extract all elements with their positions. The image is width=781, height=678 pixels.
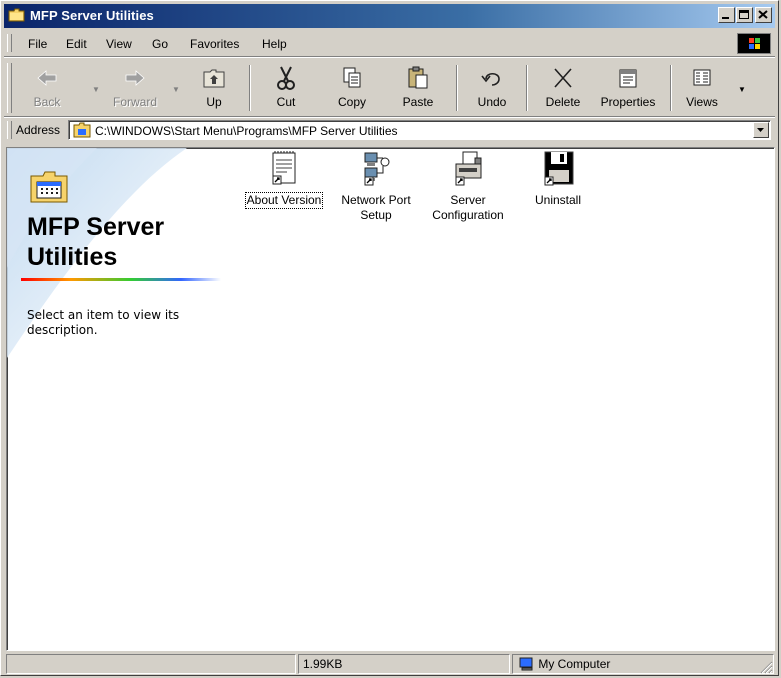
views-dropdown-icon[interactable]: ▼ bbox=[738, 85, 746, 94]
my-computer-icon bbox=[519, 657, 533, 671]
copy-label: Copy bbox=[337, 95, 366, 109]
forward-button[interactable]: Forward bbox=[104, 63, 166, 113]
document-icon bbox=[272, 151, 296, 185]
copy-button[interactable]: Copy bbox=[332, 63, 372, 113]
forward-dropdown-icon[interactable]: ▼ bbox=[172, 85, 180, 94]
paste-icon bbox=[408, 66, 428, 89]
folder-view[interactable]: MFP Server Utilities Select an item to v… bbox=[6, 147, 775, 651]
forward-arrow-icon bbox=[125, 70, 145, 86]
menu-view[interactable]: View bbox=[106, 37, 132, 51]
properties-label: Properties bbox=[600, 95, 656, 109]
menu-separator bbox=[4, 56, 775, 58]
maximize-icon bbox=[739, 10, 749, 19]
back-dropdown-icon[interactable]: ▼ bbox=[92, 85, 100, 94]
file-item-about-version[interactable]: About Version bbox=[237, 150, 331, 209]
chevron-down-icon bbox=[757, 128, 764, 132]
delete-button[interactable]: Delete bbox=[540, 63, 586, 113]
status-panel-objects bbox=[6, 654, 296, 674]
address-bar: Address C:\WINDOWS\Start Menu\Programs\M… bbox=[4, 118, 775, 142]
file-item-label: Server Configuration bbox=[432, 193, 504, 222]
status-zone: My Computer bbox=[538, 657, 611, 671]
delete-x-icon bbox=[554, 68, 572, 88]
paste-label: Paste bbox=[402, 95, 434, 109]
close-icon bbox=[758, 10, 768, 19]
up-folder-icon bbox=[203, 69, 225, 88]
views-icon bbox=[693, 69, 711, 86]
paste-button[interactable]: Paste bbox=[398, 63, 438, 113]
status-size: 1.99KB bbox=[303, 657, 343, 671]
views-label: Views bbox=[686, 95, 718, 109]
back-button[interactable]: Back bbox=[24, 63, 70, 113]
folder-icon bbox=[8, 8, 25, 22]
up-button[interactable]: Up bbox=[194, 63, 234, 113]
menu-help[interactable]: Help bbox=[262, 37, 287, 51]
resize-grip-icon[interactable] bbox=[759, 660, 773, 674]
windows-logo-icon bbox=[737, 33, 771, 54]
info-pane-description: Select an item to view its description. bbox=[27, 308, 180, 337]
status-bar: 1.99KB My Computer bbox=[4, 653, 775, 675]
scissors-icon bbox=[277, 66, 295, 90]
forward-label: Forward bbox=[112, 95, 157, 109]
back-label: Back bbox=[33, 95, 61, 109]
file-item-label: Network Port Setup bbox=[341, 193, 411, 222]
printer-icon bbox=[455, 151, 482, 186]
file-item-label: About Version bbox=[244, 192, 324, 209]
cut-button[interactable]: Cut bbox=[268, 63, 304, 113]
menu-edit[interactable]: Edit bbox=[66, 37, 87, 51]
toolbar-grip[interactable] bbox=[7, 63, 12, 113]
up-label: Up bbox=[206, 95, 222, 109]
network-computers-icon bbox=[364, 152, 390, 186]
minimize-icon bbox=[722, 17, 729, 19]
file-item-label: Uninstall bbox=[534, 193, 582, 207]
close-button[interactable] bbox=[755, 7, 772, 23]
toolbar-separator bbox=[456, 65, 458, 111]
address-value: C:\WINDOWS\Start Menu\Programs\MFP Serve… bbox=[95, 124, 398, 138]
toolbar-separator bbox=[670, 65, 672, 111]
title-bar[interactable]: MFP Server Utilities bbox=[4, 4, 775, 28]
folder-icon bbox=[73, 122, 91, 138]
folder-icon bbox=[30, 171, 68, 203]
cut-label: Cut bbox=[276, 95, 296, 109]
menu-file[interactable]: File bbox=[28, 37, 47, 51]
properties-button[interactable]: Properties bbox=[596, 63, 660, 113]
undo-label: Undo bbox=[477, 95, 507, 109]
file-item-server-configuration[interactable]: Server Configuration bbox=[421, 150, 515, 223]
info-pane-title: MFP Server Utilities bbox=[27, 213, 165, 271]
menu-bar: File Edit View Go Favorites Help bbox=[4, 31, 775, 55]
floppy-disk-icon bbox=[544, 151, 574, 186]
menu-go[interactable]: Go bbox=[152, 37, 168, 51]
menu-favorites[interactable]: Favorites bbox=[190, 37, 239, 51]
status-panel-zone: My Computer bbox=[512, 654, 774, 674]
copy-icon bbox=[343, 67, 361, 88]
file-item-network-port-setup[interactable]: Network Port Setup bbox=[329, 150, 423, 223]
minimize-button[interactable] bbox=[718, 7, 735, 23]
delete-label: Delete bbox=[545, 95, 581, 109]
toolbar-separator bbox=[249, 65, 251, 111]
address-grip[interactable] bbox=[7, 121, 12, 139]
maximize-button[interactable] bbox=[736, 7, 753, 23]
address-dropdown-button[interactable] bbox=[753, 122, 769, 138]
views-button[interactable]: Views bbox=[682, 63, 722, 113]
status-panel-size: 1.99KB bbox=[298, 654, 510, 674]
web-view-info-pane: MFP Server Utilities Select an item to v… bbox=[7, 148, 227, 650]
properties-icon bbox=[619, 69, 637, 88]
address-input[interactable]: C:\WINDOWS\Start Menu\Programs\MFP Serve… bbox=[68, 120, 771, 140]
file-item-uninstall[interactable]: Uninstall bbox=[511, 150, 605, 208]
address-label: Address bbox=[16, 123, 61, 137]
undo-icon bbox=[481, 72, 500, 86]
info-pane-rule bbox=[21, 278, 221, 281]
toolbar-separator bbox=[526, 65, 528, 111]
back-arrow-icon bbox=[37, 70, 57, 86]
standard-toolbar: Back ▼ Forward ▼ Up Cut Copy Paste Undo … bbox=[4, 59, 775, 117]
menu-grip[interactable] bbox=[7, 34, 12, 52]
undo-button[interactable]: Undo bbox=[472, 63, 512, 113]
explorer-window: MFP Server Utilities File Edit View Go F… bbox=[0, 0, 779, 676]
window-title: MFP Server Utilities bbox=[30, 8, 154, 23]
